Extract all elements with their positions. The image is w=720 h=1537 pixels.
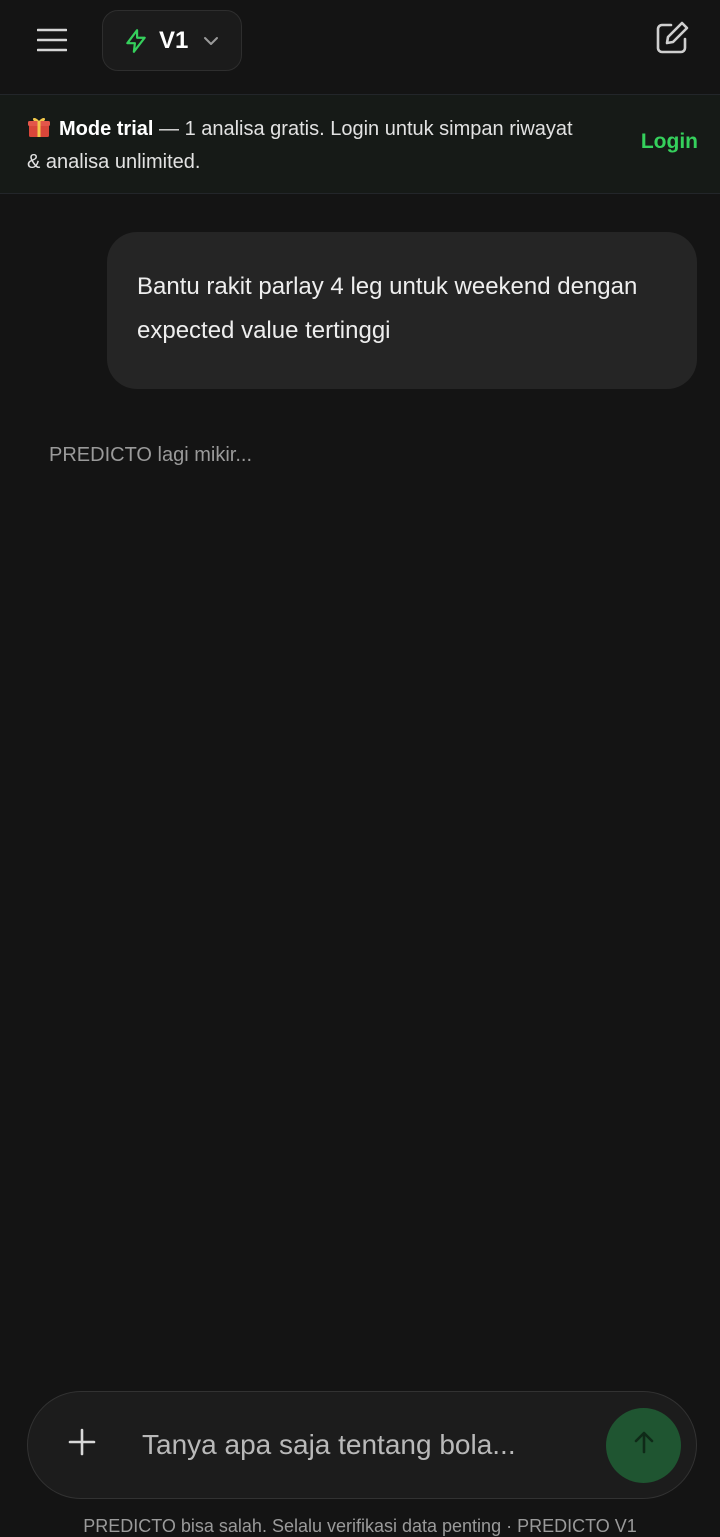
edit-square-icon [654, 20, 690, 61]
trial-banner-text: Mode trial — 1 analisa gratis. Login unt… [27, 113, 587, 179]
user-message-bubble: Bantu rakit parlay 4 leg untuk weekend d… [107, 232, 697, 389]
new-chat-button[interactable] [652, 20, 692, 60]
footer-disclaimer: PREDICTO bisa salah. Selalu verifikasi d… [83, 1516, 637, 1536]
message-composer [27, 1391, 697, 1499]
chevron-down-icon [202, 32, 220, 50]
attach-button[interactable] [64, 1426, 100, 1462]
trial-mode-label: Mode trial [59, 118, 154, 140]
lightning-bolt-icon [123, 28, 149, 54]
model-selector[interactable]: V1 [102, 10, 242, 71]
assistant-thinking-status: PREDICTO lagi mikir... [49, 444, 252, 466]
trial-banner: Mode trial — 1 analisa gratis. Login unt… [0, 94, 720, 194]
login-link[interactable]: Login [641, 130, 698, 154]
user-message-text: Bantu rakit parlay 4 leg untuk weekend d… [137, 273, 638, 344]
hamburger-menu-icon [36, 27, 68, 58]
send-button[interactable] [606, 1408, 681, 1483]
top-bar: V1 [0, 0, 720, 94]
model-label: V1 [159, 26, 189, 54]
plus-icon [68, 1428, 96, 1461]
arrow-up-icon [631, 1430, 657, 1461]
chat-input[interactable] [140, 1418, 584, 1472]
gift-icon [27, 116, 51, 138]
menu-button[interactable] [30, 22, 74, 62]
